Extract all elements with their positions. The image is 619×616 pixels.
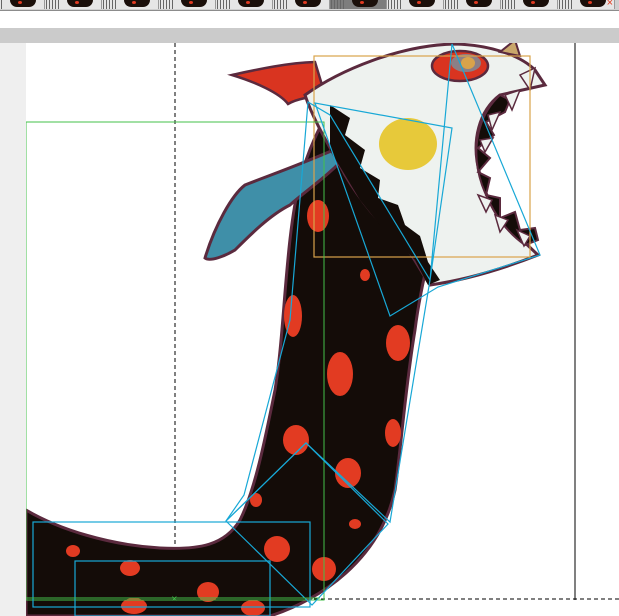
frame-ticks <box>43 0 61 9</box>
frame-preview-image <box>238 0 264 7</box>
frame-preview-image <box>124 0 150 7</box>
frame-thumbnail[interactable] <box>100 0 159 9</box>
origin-marker[interactable]: × <box>171 594 178 603</box>
frame-thumbnail[interactable] <box>157 0 216 9</box>
frame-preview-image <box>523 0 549 7</box>
frame-ticks <box>214 0 232 9</box>
frame-ticks <box>556 0 574 9</box>
frame-ticks <box>328 0 346 9</box>
frame-ticks <box>499 0 517 9</box>
frame-thumbnail[interactable] <box>442 0 501 9</box>
yellow-head-spot <box>379 118 437 170</box>
animation-frame-strip: × <box>0 0 619 11</box>
frame-ticks <box>271 0 289 9</box>
frame-preview-image <box>67 0 93 7</box>
frame-ticks <box>442 0 460 9</box>
frame-preview-image <box>466 0 492 7</box>
frame-ticks <box>385 0 403 9</box>
frame-thumbnail[interactable] <box>43 0 102 9</box>
toolbar-strip <box>0 28 619 43</box>
close-icon[interactable]: × <box>607 0 613 9</box>
frame-thumbnail[interactable] <box>385 0 444 9</box>
sprite-canvas[interactable]: × <box>26 43 619 616</box>
frame-preview-image <box>580 0 606 7</box>
frame-thumbnail[interactable] <box>499 0 558 9</box>
left-gutter <box>0 43 27 616</box>
frame-preview-image <box>295 0 321 7</box>
frame-thumbnail[interactable] <box>214 0 273 9</box>
frame-preview-image <box>181 0 207 7</box>
frame-preview-image <box>409 0 435 7</box>
frame-thumbnail[interactable] <box>271 0 330 9</box>
dragon-sprite-image: × <box>26 43 619 616</box>
frame-ticks <box>100 0 118 9</box>
frame-thumbnail[interactable] <box>328 0 387 9</box>
frame-thumbnail[interactable] <box>0 0 45 9</box>
frame-preview-image <box>352 0 378 7</box>
frame-ticks <box>0 0 4 9</box>
frame-preview-image <box>10 0 36 7</box>
frame-ticks <box>157 0 175 9</box>
eye-pupil <box>461 57 475 69</box>
